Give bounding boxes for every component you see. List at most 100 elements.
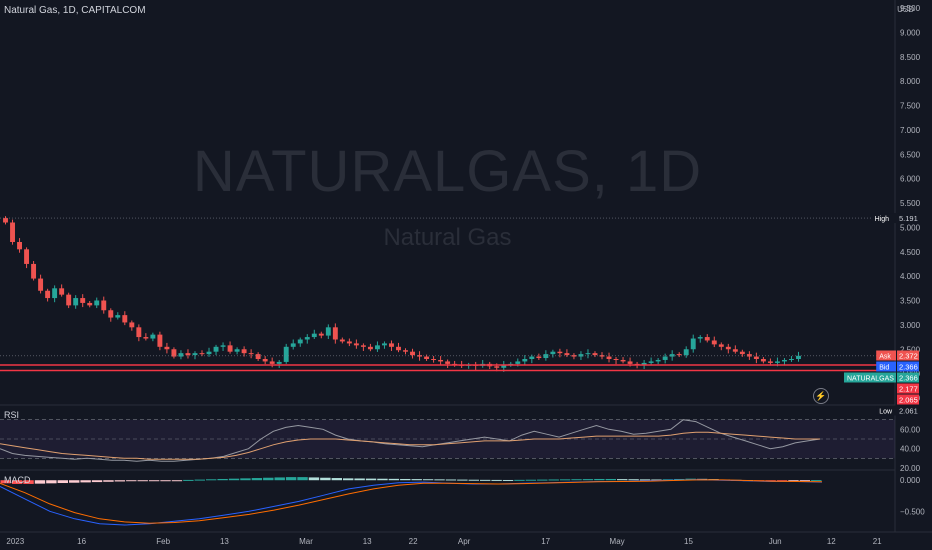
macd-histogram-bar bbox=[171, 480, 183, 482]
macd-histogram-bar bbox=[480, 479, 491, 481]
macd-histogram-bar bbox=[183, 479, 194, 481]
macd-histogram-bar bbox=[114, 480, 126, 482]
price-tick-label: 5.500 bbox=[900, 199, 921, 208]
candle-body bbox=[690, 338, 696, 350]
candle-body bbox=[206, 351, 212, 355]
macd-histogram-bar bbox=[457, 479, 468, 481]
candle-body bbox=[606, 356, 612, 359]
candle-body bbox=[276, 361, 282, 364]
time-tick-label: 21 bbox=[873, 537, 882, 546]
lightning-icon[interactable]: ⚡ bbox=[813, 388, 829, 404]
candle-body bbox=[711, 340, 717, 345]
macd-histogram-bar bbox=[137, 480, 148, 482]
candle-body bbox=[522, 359, 528, 362]
macd-tick-label: 0.000 bbox=[900, 476, 921, 485]
candle-body bbox=[262, 359, 268, 362]
candle-body bbox=[360, 345, 366, 347]
macd-histogram-bar bbox=[811, 480, 822, 482]
time-tick-label: Apr bbox=[458, 537, 471, 546]
candle-body bbox=[31, 263, 37, 279]
macd-histogram-bar bbox=[388, 478, 400, 481]
candle-body bbox=[782, 359, 787, 362]
time-tick-label: Jun bbox=[769, 537, 782, 546]
candle-body bbox=[283, 346, 289, 362]
candle-body bbox=[648, 361, 654, 363]
rsi-tick-label: 60.00 bbox=[900, 425, 921, 434]
macd-series-line bbox=[0, 479, 823, 524]
candle-body bbox=[550, 351, 556, 355]
macd-histogram-bar bbox=[514, 479, 525, 481]
time-tick-label: 16 bbox=[77, 537, 86, 546]
macd-histogram-bar bbox=[148, 480, 160, 482]
candle-body bbox=[438, 359, 444, 362]
rsi-tick-label: 20.00 bbox=[900, 464, 921, 473]
rsi-tick-label: 40.00 bbox=[900, 445, 921, 454]
macd-histogram-bar bbox=[228, 478, 240, 481]
price-label-name: High bbox=[875, 216, 890, 223]
macd-histogram-bar bbox=[206, 479, 217, 481]
macd-histogram-bar bbox=[217, 478, 228, 481]
macd-series-line bbox=[0, 479, 823, 526]
time-tick-label: Feb bbox=[156, 537, 170, 546]
candle-body bbox=[332, 327, 338, 340]
candle-body bbox=[655, 359, 661, 362]
candle-body bbox=[157, 334, 163, 347]
price-label-name: Ask bbox=[879, 353, 891, 360]
macd-histogram-bar bbox=[559, 479, 571, 481]
macd-histogram-bar bbox=[34, 480, 46, 484]
candle-body bbox=[697, 337, 703, 339]
candle-body bbox=[213, 346, 219, 352]
time-tick-label: May bbox=[610, 537, 625, 546]
candle-body bbox=[346, 341, 352, 344]
macd-histogram-bar bbox=[263, 477, 274, 481]
candle-body bbox=[129, 322, 135, 328]
macd-histogram-bar bbox=[582, 479, 594, 481]
candle-body bbox=[767, 361, 773, 363]
candle-body bbox=[494, 366, 500, 368]
macd-histogram-bar bbox=[594, 478, 605, 481]
macd-pane-label: MACD bbox=[4, 475, 31, 485]
candle-body bbox=[66, 294, 72, 306]
candle-body bbox=[760, 359, 766, 362]
candle-body bbox=[199, 353, 205, 355]
price-label-value: 2.061 bbox=[899, 406, 918, 415]
macd-histogram-bar bbox=[251, 478, 263, 481]
candle-body bbox=[557, 351, 563, 354]
macd-histogram-bar bbox=[80, 480, 91, 483]
candle-body bbox=[234, 349, 240, 352]
macd-histogram-bar bbox=[46, 480, 57, 484]
price-tick-label: 3.000 bbox=[900, 321, 921, 330]
macd-histogram-bar bbox=[297, 477, 308, 481]
macd-histogram-bar bbox=[91, 480, 103, 483]
macd-histogram-bar bbox=[126, 480, 137, 482]
price-label-value: 5.191 bbox=[899, 214, 918, 223]
candle-body bbox=[515, 361, 521, 364]
candle-body bbox=[185, 353, 191, 356]
macd-histogram-bar bbox=[537, 479, 548, 481]
candle-body bbox=[143, 337, 149, 339]
candle-body bbox=[543, 354, 549, 359]
macd-histogram-bar bbox=[69, 480, 80, 483]
price-tick-label: 4.000 bbox=[900, 272, 921, 281]
price-label-value: 2.372 bbox=[899, 351, 918, 360]
candle-body bbox=[445, 361, 451, 364]
macd-histogram-bar bbox=[308, 477, 320, 481]
candle-body bbox=[87, 302, 93, 306]
candle-body bbox=[529, 356, 535, 359]
price-tick-label: 9.000 bbox=[900, 28, 921, 37]
candle-body bbox=[339, 339, 345, 342]
candle-body bbox=[290, 343, 296, 347]
candle-body bbox=[241, 349, 247, 354]
candle-body bbox=[662, 356, 668, 360]
macd-histogram-bar bbox=[628, 479, 639, 481]
candle-body bbox=[403, 350, 408, 352]
rsi-pane-label: RSI bbox=[4, 410, 20, 420]
macd-histogram-bar bbox=[194, 479, 205, 481]
candle-body bbox=[108, 310, 114, 318]
candle-body bbox=[80, 298, 86, 303]
candle-body bbox=[367, 346, 373, 350]
candle-body bbox=[592, 353, 598, 356]
candle-body bbox=[789, 359, 794, 360]
chart-canvas: 1.5002.0002.5003.0003.5004.0004.5005.000… bbox=[0, 0, 932, 546]
chart-title: Natural Gas, 1D, CAPITALCOM bbox=[4, 5, 146, 16]
